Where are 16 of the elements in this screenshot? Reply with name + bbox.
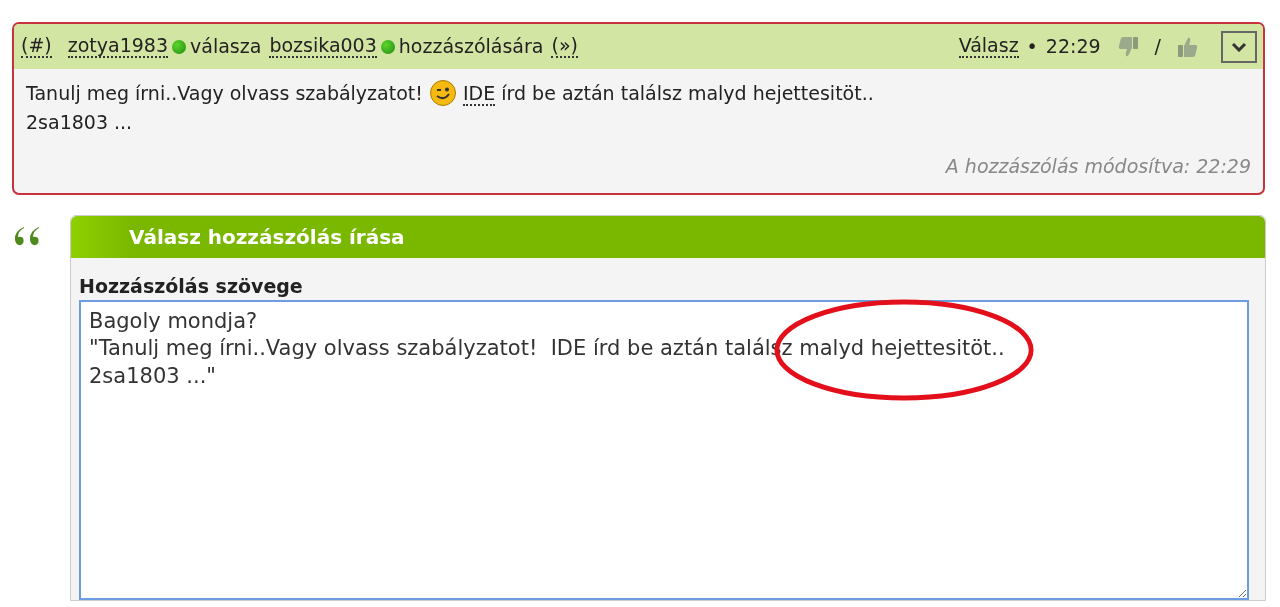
comment-text: Tanulj meg írni..Vagy olvass szabályzatot! IDE írd be aztán találsz malyd hejettesitöt.. — [26, 79, 1251, 108]
reply-text: hozzászólására — [398, 34, 544, 60]
username-link[interactable]: bozsika003 — [269, 35, 377, 58]
field-label: Hozzászólás szövege — [78, 273, 304, 299]
link[interactable]: IDE — [462, 82, 496, 106]
vote-separator: / — [1154, 34, 1161, 60]
panel-title: Válasz hozzászólás írása — [71, 215, 1265, 258]
permalink[interactable]: (#) — [21, 35, 52, 58]
username-link[interactable]: zotya1983 — [67, 35, 169, 58]
edited-note: A hozzászólás módosítva: 22:29 — [944, 154, 1251, 179]
separator-dot: • — [1026, 34, 1038, 60]
reply-text: válasza — [190, 34, 262, 60]
reply-link[interactable]: Válasz — [958, 35, 1019, 58]
jump-link[interactable]: (») — [551, 35, 578, 58]
comment-time: 22:29 — [1045, 34, 1101, 60]
comment-text: 2sa1803 ... — [26, 109, 134, 135]
